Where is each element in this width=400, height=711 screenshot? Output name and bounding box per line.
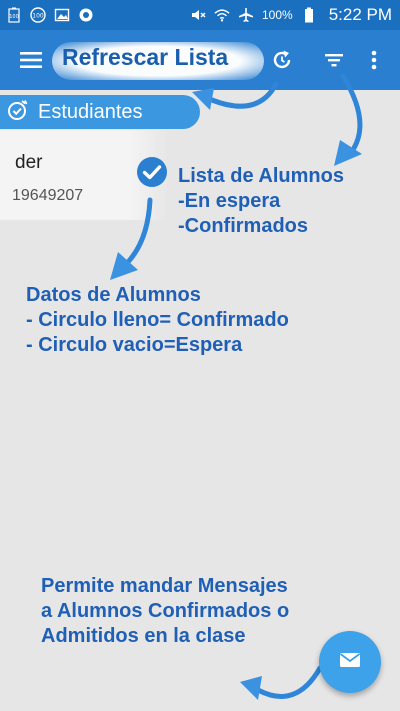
overflow-icon[interactable] [364,48,384,72]
status-right-icons: 100% 5:22 PM [190,5,392,25]
refresh-icon[interactable] [270,48,294,72]
status-bar: 100 100 100% 5:22 PM [0,0,400,30]
battery-icon [301,7,317,23]
clock-check-icon [6,98,30,127]
annotation-line: -Confirmados [178,214,308,237]
tab-estudiantes[interactable]: Estudiantes [0,95,200,129]
clock-time: 5:22 PM [328,5,392,24]
record-icon [78,7,94,23]
tab-label: Estudiantes [38,100,143,123]
svg-text:100: 100 [32,13,44,20]
image-icon [54,7,70,23]
annotation-student-list: Lista de Alumnos -En espera -Confirmados [178,164,344,238]
student-id: 19649207 [12,187,84,204]
annotation-line: Datos de Alumnos [26,284,201,306]
arrow-to-fab [240,665,323,700]
mail-icon [338,648,362,677]
annotation-student-data: Datos de Alumnos - Circulo lleno= Confir… [26,283,289,357]
annotation-line: - Circulo lleno= Confirmado [26,308,289,331]
filter-icon[interactable] [322,48,346,72]
screen: 100 100 100% 5:22 PM Refrescar Lista Est… [0,0,400,711]
page-title: Refrescar Lista [62,44,229,70]
status-left-icons: 100 100 [6,7,94,23]
airplane-icon [238,7,254,23]
volume-100-icon: 100 [30,7,46,23]
battery-percent: 100% [261,8,293,22]
check-circle-icon [136,156,168,188]
student-name: der [15,152,43,173]
annotation-line: - Circulo vacio=Espera [26,333,243,356]
annotation-messages: Permite mandar Mensajes a Alumnos Confir… [41,574,289,648]
battery-100-icon: 100 [6,7,22,23]
send-message-button[interactable] [319,631,381,693]
menu-icon[interactable] [18,47,44,73]
annotation-line: Admitidos en la clase [41,624,246,647]
annotation-line: Lista de Alumnos [178,165,344,187]
app-bar: Refrescar Lista [0,30,400,90]
wifi-icon [214,7,230,23]
mute-icon [190,7,206,23]
annotation-line: Permite mandar Mensajes [41,575,288,597]
annotation-line: -En espera [178,189,281,212]
annotation-line: a Alumnos Confirmados o [41,599,290,622]
svg-text:100: 100 [9,14,19,20]
